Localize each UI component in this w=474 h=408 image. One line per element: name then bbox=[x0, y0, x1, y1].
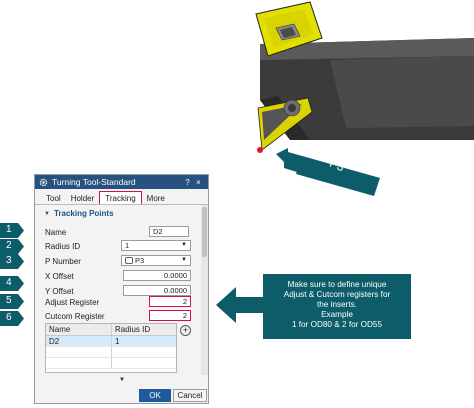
table-row-empty bbox=[46, 347, 176, 358]
info-line: Make sure to define unique bbox=[287, 280, 387, 289]
column-header-radius-id[interactable]: Radius ID bbox=[112, 324, 176, 335]
chevron-down-icon: ▼ bbox=[181, 257, 187, 263]
info-line: Adjust & Cutcom registers for bbox=[283, 290, 391, 299]
tracking-points-section-header[interactable]: ▼ Tracking Points bbox=[35, 205, 208, 219]
name-value: D2 bbox=[153, 227, 163, 236]
add-tracking-point-button[interactable]: + bbox=[180, 325, 191, 336]
radius-id-row: Radius ID bbox=[45, 240, 121, 252]
adjust-register-field[interactable]: 2 bbox=[149, 296, 191, 307]
p-number-select[interactable]: P3 ▼ bbox=[121, 255, 191, 266]
step-badge-6-label: 6 bbox=[6, 312, 12, 323]
cell-name: D2 bbox=[46, 336, 112, 346]
step-badge-4-label: 4 bbox=[6, 277, 12, 288]
cell-radius-id: 1 bbox=[115, 337, 120, 346]
y-offset-field[interactable]: 0.0000 bbox=[123, 285, 191, 296]
radius-id-select[interactable]: 1 ▼ bbox=[121, 240, 191, 251]
table-row-empty bbox=[46, 358, 176, 369]
adjust-register-value: 2 bbox=[182, 297, 187, 306]
gear-icon bbox=[39, 178, 48, 186]
info-line: the inserts. bbox=[316, 300, 358, 309]
cutcom-register-value: 2 bbox=[182, 311, 187, 320]
info-callout: Make sure to define unique Adjust & Cutc… bbox=[263, 274, 411, 339]
collapse-triangle-icon: ▼ bbox=[44, 210, 50, 217]
cancel-button[interactable]: Cancel bbox=[173, 389, 207, 402]
scroll-down-icon[interactable]: ▼ bbox=[119, 377, 125, 383]
cutcom-register-row: Cutcom Register bbox=[45, 310, 121, 322]
y-offset-label: Y Offset bbox=[45, 286, 74, 296]
name-row: Name bbox=[45, 226, 121, 238]
turning-tool-image bbox=[255, 1, 474, 153]
turning-tool-dialog: Turning Tool-Standard ? × Tool Holder Tr… bbox=[34, 174, 209, 404]
dialog-tabs: Tool Holder Tracking More bbox=[35, 189, 208, 205]
tab-tool[interactable]: Tool bbox=[41, 192, 66, 204]
step-badge-3-label: 3 bbox=[6, 255, 12, 266]
ok-button[interactable]: OK bbox=[139, 389, 171, 402]
adjust-register-label: Adjust Register bbox=[45, 297, 100, 307]
point-icon bbox=[125, 257, 133, 264]
dialog-scrollbar[interactable] bbox=[201, 205, 208, 375]
info-line: 1 for OD80 & 2 for OD55 bbox=[291, 320, 383, 329]
name-label: Name bbox=[45, 227, 67, 237]
cutcom-register-field[interactable]: 2 bbox=[149, 310, 191, 321]
x-offset-field[interactable]: 0.0000 bbox=[123, 270, 191, 281]
info-line: Example bbox=[321, 310, 353, 319]
tab-more[interactable]: More bbox=[142, 192, 170, 204]
table-row[interactable]: D2 1 bbox=[46, 336, 176, 347]
section-title: Tracking Points bbox=[53, 209, 114, 218]
step-badge-1-label: 1 bbox=[6, 224, 12, 235]
column-header-name[interactable]: Name bbox=[46, 324, 112, 335]
table-header: Name Radius ID bbox=[46, 324, 176, 336]
tab-holder[interactable]: Holder bbox=[66, 192, 100, 204]
dialog-titlebar[interactable]: Turning Tool-Standard ? × bbox=[35, 175, 208, 189]
info-callout-arrow bbox=[216, 287, 264, 323]
close-button[interactable]: × bbox=[193, 178, 204, 187]
name-field[interactable]: D2 bbox=[149, 226, 189, 237]
p-number-value: P3 bbox=[135, 256, 145, 265]
p-number-row: P Number bbox=[45, 255, 121, 267]
help-button[interactable]: ? bbox=[182, 178, 193, 187]
radius-id-value: 1 bbox=[125, 241, 130, 250]
cutcom-register-label: Cutcom Register bbox=[45, 311, 105, 321]
x-offset-value: 0.0000 bbox=[164, 271, 187, 280]
adjust-register-row: Adjust Register bbox=[45, 296, 121, 308]
x-offset-row: X Offset bbox=[45, 270, 121, 282]
y-offset-value: 0.0000 bbox=[164, 286, 187, 295]
dialog-title: Turning Tool-Standard bbox=[52, 177, 136, 187]
p-number-label: P Number bbox=[45, 256, 81, 266]
tab-tracking[interactable]: Tracking bbox=[99, 191, 142, 204]
radius-id-label: Radius ID bbox=[45, 241, 81, 251]
step-badge-5-label: 5 bbox=[6, 295, 12, 306]
step-badge-2-label: 2 bbox=[6, 240, 12, 251]
chevron-down-icon: ▼ bbox=[181, 242, 187, 248]
tracking-points-table: Name Radius ID D2 1 bbox=[45, 323, 177, 373]
x-offset-label: X Offset bbox=[45, 271, 74, 281]
